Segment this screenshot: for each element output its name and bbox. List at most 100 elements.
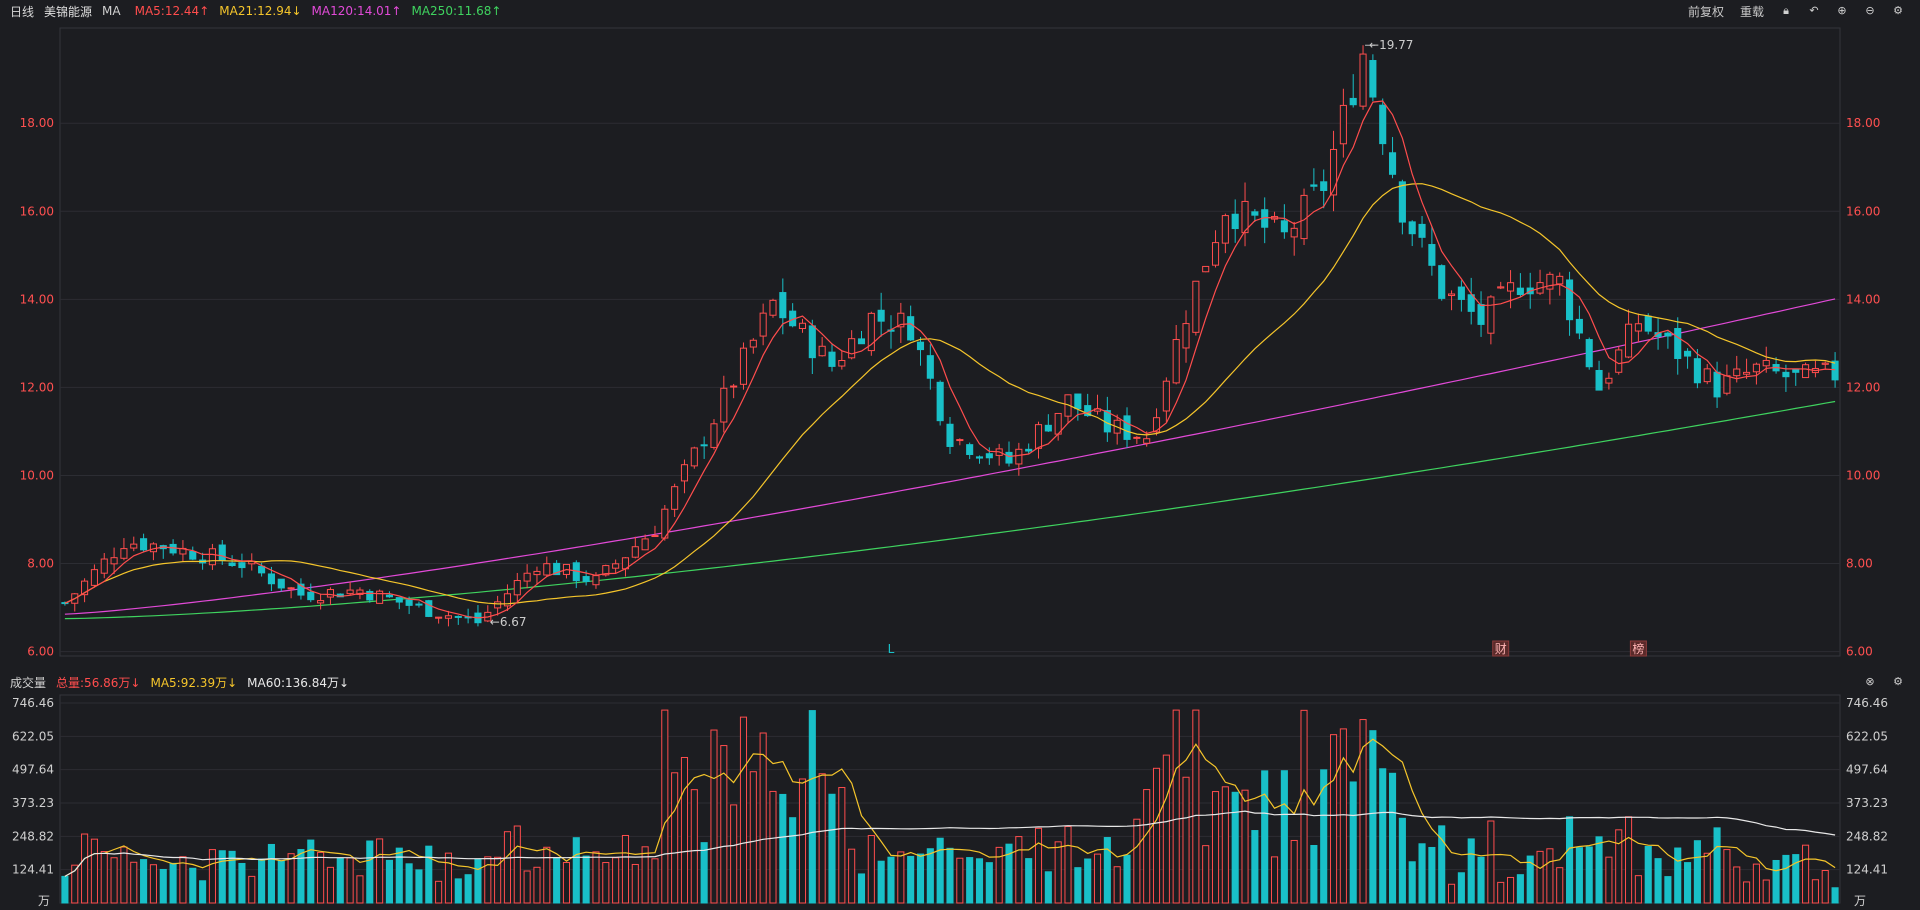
undo-icon[interactable]: ↶: [1808, 5, 1820, 17]
price-tick-left: 14.00: [20, 292, 54, 306]
volume-bar: [661, 709, 669, 904]
volume-bar: [1575, 847, 1583, 904]
candle-body: [444, 615, 453, 619]
volume-bar: [572, 837, 580, 904]
volume-bar: [1487, 820, 1495, 904]
candle-body: [1123, 415, 1131, 440]
volume-bar: [366, 840, 374, 904]
volume-chart[interactable]: 746.46 746.46 622.05 622.05 497.64 497.64 373.…: [0, 693, 1920, 910]
settings-gear-icon[interactable]: ⚙: [1892, 5, 1904, 17]
candle-body: [140, 538, 148, 551]
volume-bar: [857, 873, 866, 904]
candle-body: [1428, 244, 1436, 266]
volume-bar: [602, 862, 610, 904]
volume-bar: [956, 857, 964, 904]
volume-bar: [1074, 867, 1082, 904]
candle-body: [739, 347, 748, 385]
stock-name: 美锦能源: [44, 4, 93, 19]
candle-body: [1310, 184, 1318, 187]
candle-body: [1074, 393, 1082, 410]
candle-body: [1507, 282, 1515, 292]
candle-body: [287, 587, 295, 590]
volume-bar: [140, 859, 148, 904]
adjust-price-button[interactable]: 前复权: [1688, 3, 1724, 20]
volume-bar: [690, 789, 698, 904]
lock-icon[interactable]: 🔒︎: [1780, 5, 1792, 17]
zoom-in-icon[interactable]: ⊕: [1836, 5, 1848, 17]
candle-body: [651, 535, 659, 538]
price-chart[interactable]: 18.00 18.00 16.00 16.00 14.00 14.00 12.00 12.00…: [0, 22, 1920, 671]
candle-body: [1290, 227, 1298, 238]
volume-bar: [425, 845, 433, 904]
candle-body: [415, 603, 423, 606]
volume-bar: [277, 860, 285, 904]
candle-body: [1211, 242, 1220, 266]
volume-bar: [1133, 818, 1141, 904]
volume-bar: [828, 793, 836, 904]
candle-body: [1595, 369, 1603, 391]
volume-bar: [189, 867, 197, 904]
volume-bar: [1615, 829, 1623, 904]
volume-settings-gear-icon[interactable]: ⚙: [1892, 676, 1904, 688]
close-icon[interactable]: ⊗: [1864, 676, 1876, 688]
volume-bar: [1310, 844, 1318, 904]
volume-bar: [631, 863, 639, 904]
volume-bar: [759, 732, 767, 904]
volume-bar: [582, 855, 590, 904]
candle-body: [1329, 148, 1338, 196]
volume-bar: [1447, 883, 1456, 904]
volume-bar: [1093, 853, 1102, 904]
volume-bar: [267, 843, 275, 904]
volume-bar: [1782, 854, 1790, 904]
volume-bar: [1752, 863, 1760, 904]
overlay-button[interactable]: 重载: [1740, 3, 1764, 20]
zoom-out-icon[interactable]: ⊖: [1864, 5, 1876, 17]
volume-bar: [1349, 781, 1357, 904]
candle-body: [808, 325, 816, 359]
volume-bar: [1064, 826, 1072, 904]
candle-body: [1320, 181, 1328, 191]
candle-body: [1821, 362, 1829, 365]
candle-body: [307, 591, 315, 601]
candle-body: [1487, 296, 1495, 334]
volume-bar: [1634, 875, 1642, 904]
volume-bar: [346, 857, 354, 904]
candle-body: [405, 599, 413, 606]
candle-body: [425, 600, 433, 617]
high-price-label: ←19.77: [1369, 38, 1413, 52]
candle-body: [818, 345, 826, 357]
volume-bar: [1182, 776, 1190, 904]
candle-body: [916, 341, 925, 351]
volume-bar: [562, 862, 571, 904]
candle-body: [218, 544, 226, 561]
volume-bar: [966, 857, 974, 904]
volume-bar: [1054, 841, 1062, 904]
volume-bar: [1772, 859, 1780, 904]
volume-bar: [1497, 881, 1505, 904]
candle-body: [1467, 294, 1475, 312]
volume-bar: [887, 856, 895, 904]
volume-bar: [1644, 845, 1652, 904]
indicator-name[interactable]: MA: [102, 4, 121, 18]
volume-bar: [848, 848, 856, 904]
period-label[interactable]: 日线: [10, 3, 34, 20]
volume-bar: [415, 869, 423, 904]
volume-bar: [1270, 856, 1279, 904]
volume-bar: [730, 804, 738, 904]
volume-bar: [405, 863, 413, 904]
chart-toolbar: 前复权 重载 🔒︎ ↶ ⊕ ⊖ ⚙: [1688, 0, 1914, 22]
candle-body: [1743, 371, 1751, 375]
candle-body: [690, 447, 698, 467]
candle-body: [1516, 287, 1524, 295]
volume-bar: [258, 858, 266, 904]
candle-body: [1251, 211, 1259, 216]
volume-bar: [376, 838, 384, 904]
candle-body: [877, 309, 885, 322]
volume-bar: [1733, 866, 1741, 904]
volume-bar: [1467, 838, 1475, 904]
price-tick-left: 12.00: [20, 380, 54, 394]
volume-bar: [700, 842, 708, 904]
volume-bar: [1113, 866, 1121, 904]
candle-body: [1349, 97, 1357, 106]
candle-body: [1752, 363, 1760, 373]
